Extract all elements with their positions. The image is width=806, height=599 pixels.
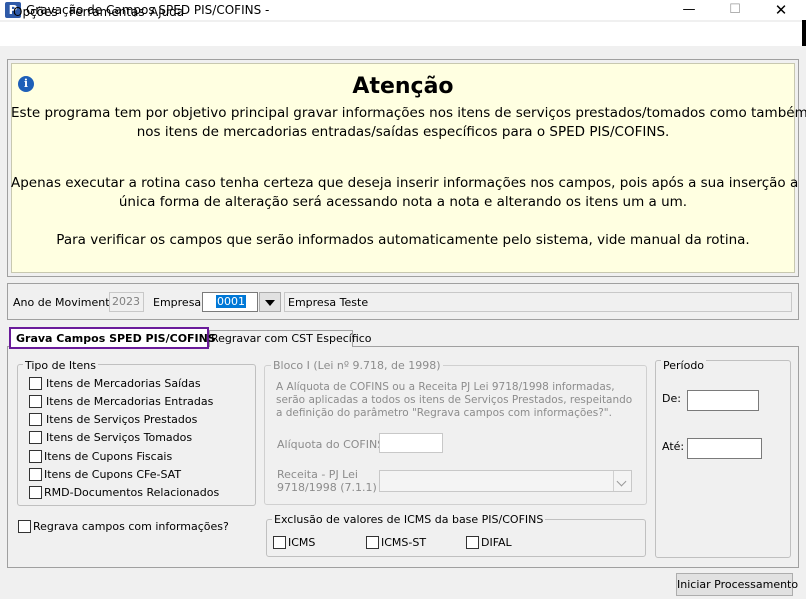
checkbox-label: Itens de Cupons Fiscais bbox=[44, 450, 173, 463]
warning-line: Apenas executar a rotina caso tenha cert… bbox=[11, 175, 799, 191]
checkbox-label: Itens de Serviços Prestados bbox=[46, 413, 198, 426]
checkbox-label: Itens de Serviços Tomados bbox=[46, 431, 193, 444]
warning-line: única forma de alteração será acessando … bbox=[118, 194, 688, 210]
tab-regravar-cst[interactable]: Regravar com CST Específico bbox=[209, 330, 372, 347]
empresa-code-input[interactable]: 0001 bbox=[202, 292, 258, 312]
close-button[interactable]: ✕ bbox=[758, 0, 804, 20]
checkbox-cupons-fiscais[interactable] bbox=[29, 450, 42, 463]
aliquota-cofins-input[interactable] bbox=[379, 433, 443, 453]
empresa-label: Empresa: bbox=[153, 296, 205, 309]
ate-date-input[interactable] bbox=[687, 438, 762, 459]
checkbox-icms-st[interactable] bbox=[366, 536, 379, 549]
checkbox-servicos-prestados[interactable] bbox=[29, 413, 42, 426]
checkbox-rmd-documentos[interactable] bbox=[29, 486, 42, 499]
ano-movimento-input[interactable]: 2023 bbox=[109, 292, 144, 312]
checkbox-regrava-campos[interactable] bbox=[18, 520, 31, 533]
checkbox-label: ICMS bbox=[288, 536, 316, 549]
receita-label: 9718/1998 (7.1.1) bbox=[277, 481, 377, 494]
de-label: De: bbox=[662, 392, 681, 405]
tab-grava-campos[interactable]: Grava Campos SPED PIS/COFINS bbox=[9, 327, 216, 349]
checkbox-label: RMD-Documentos Relacionados bbox=[44, 486, 220, 499]
window-edge bbox=[802, 20, 806, 46]
checkbox-difal[interactable] bbox=[466, 536, 479, 549]
menu-ferramentas[interactable]: Ferramentas bbox=[69, 5, 145, 19]
checkbox-cupons-cfe-sat[interactable] bbox=[29, 468, 42, 481]
tipo-itens-legend: Tipo de Itens bbox=[23, 359, 98, 372]
checkbox-servicos-tomados[interactable] bbox=[29, 431, 42, 444]
warning-line: Para verificar os campos que serão infor… bbox=[56, 232, 750, 248]
bloco-i-legend: Bloco I (Lei nº 9.718, de 1998) bbox=[271, 359, 443, 372]
receita-select[interactable] bbox=[379, 470, 632, 492]
empresa-code-selected: 0001 bbox=[216, 295, 246, 308]
periodo-legend: Período bbox=[661, 359, 707, 372]
chevron-down-icon[interactable] bbox=[613, 471, 631, 491]
menu-opcoes[interactable]: Opções bbox=[13, 5, 58, 19]
maximize-button[interactable]: ☐ bbox=[712, 0, 758, 20]
checkbox-label: ICMS-ST bbox=[381, 536, 427, 549]
iniciar-processamento-button[interactable]: Iniciar Processamento bbox=[676, 573, 798, 596]
warning-line: nos itens de mercadorias entradas/saídas… bbox=[136, 124, 670, 140]
empresa-dropdown-button[interactable] bbox=[259, 292, 281, 312]
bloco-i-description: A Alíquota de COFINS ou a Receita PJ Lei… bbox=[276, 381, 633, 419]
checkbox-label: Itens de Cupons CFe-SAT bbox=[44, 468, 182, 481]
checkbox-icms[interactable] bbox=[273, 536, 286, 549]
ate-label: Até: bbox=[662, 440, 685, 453]
menu-ajuda[interactable]: Ajuda bbox=[150, 5, 184, 19]
window-title: Gravação de Campos SPED PIS/COFINS - bbox=[26, 3, 270, 17]
warning-title: Atenção bbox=[352, 74, 454, 99]
menu-bar bbox=[0, 22, 806, 46]
receita-label: Receita - PJ Lei bbox=[277, 468, 358, 481]
checkbox-mercadorias-saidas[interactable] bbox=[29, 377, 42, 390]
de-date-input[interactable] bbox=[687, 390, 759, 411]
checkbox-label: Itens de Mercadorias Saídas bbox=[46, 377, 201, 390]
checkbox-mercadorias-entradas[interactable] bbox=[29, 395, 42, 408]
checkbox-label: Itens de Mercadorias Entradas bbox=[46, 395, 214, 408]
minimize-button[interactable]: — bbox=[666, 0, 712, 20]
aliquota-cofins-label: Alíquota do COFINS bbox=[277, 438, 385, 451]
ano-movimento-label: Ano de Movimento: bbox=[13, 296, 120, 309]
exclusao-icms-legend: Exclusão de valores de ICMS da base PIS/… bbox=[272, 513, 546, 526]
empresa-name-field: Empresa Teste bbox=[284, 292, 792, 312]
warning-line: Este programa tem por objetivo principal… bbox=[11, 105, 806, 121]
regrava-label: Regrava campos com informações? bbox=[33, 520, 229, 533]
checkbox-label: DIFAL bbox=[481, 536, 512, 549]
